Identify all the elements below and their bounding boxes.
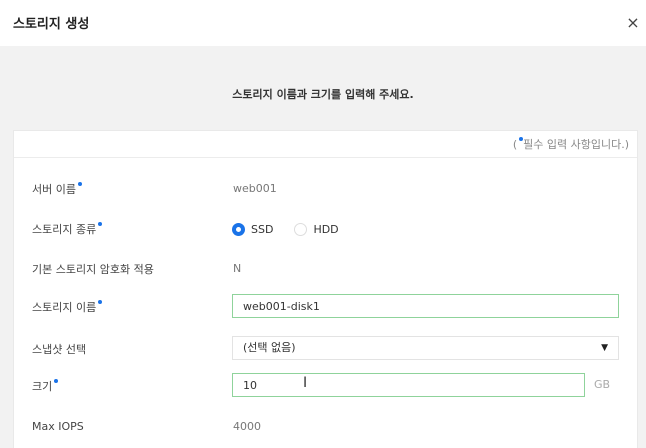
snapshot-selected-value: (선택 없음) [243,341,296,354]
size-unit: GB [594,378,611,391]
required-dot-icon [98,300,103,304]
required-note-prefix: ( [512,138,518,151]
required-note-text: 필수 입력 사항입니다.) [523,138,629,151]
encryption-value: N [233,262,242,275]
size-label-text: 크기 [32,380,53,393]
size-input[interactable] [232,373,585,397]
size-label: 크기 [32,378,59,394]
storage-type-radio-group: SSD HDD [232,221,360,237]
max-iops-label: Max IOPS [32,420,84,433]
radio-ssd-label[interactable]: SSD [251,223,273,236]
server-name-value: web001 [233,182,277,195]
storage-name-input[interactable] [232,294,619,318]
required-dot-icon [54,379,59,383]
required-dot-icon [77,182,82,186]
close-icon[interactable]: × [623,13,643,33]
radio-hdd[interactable] [294,222,308,236]
card-divider [14,157,637,158]
snapshot-select[interactable]: (선택 없음) ▼ [232,336,619,360]
radio-ssd[interactable] [232,222,245,236]
storage-type-label: 스토리지 종류 [32,221,103,237]
dialog-header: 스토리지 생성 × [0,0,646,46]
encryption-label: 기본 스토리지 암호화 적용 [32,263,154,276]
form-card [13,130,638,448]
chevron-down-icon: ▼ [601,343,608,353]
snapshot-label: 스냅샷 선택 [32,343,87,356]
dialog-subtitle: 스토리지 이름과 크기를 입력해 주세요. [232,88,414,101]
storage-name-label: 스토리지 이름 [32,299,103,315]
server-name-label-text: 서버 이름 [32,183,76,196]
required-note: ( 필수 입력 사항입니다.) [513,136,629,152]
max-iops-value: 4000 [233,420,261,433]
storage-name-label-text: 스토리지 이름 [32,301,97,314]
dialog-edge [638,130,646,448]
text-cursor-icon: I [303,375,308,391]
radio-hdd-label[interactable]: HDD [313,223,338,236]
server-name-label: 서버 이름 [32,181,82,197]
required-dot-icon [98,222,103,226]
storage-type-label-text: 스토리지 종류 [32,223,97,236]
dialog-title: 스토리지 생성 [13,17,90,32]
